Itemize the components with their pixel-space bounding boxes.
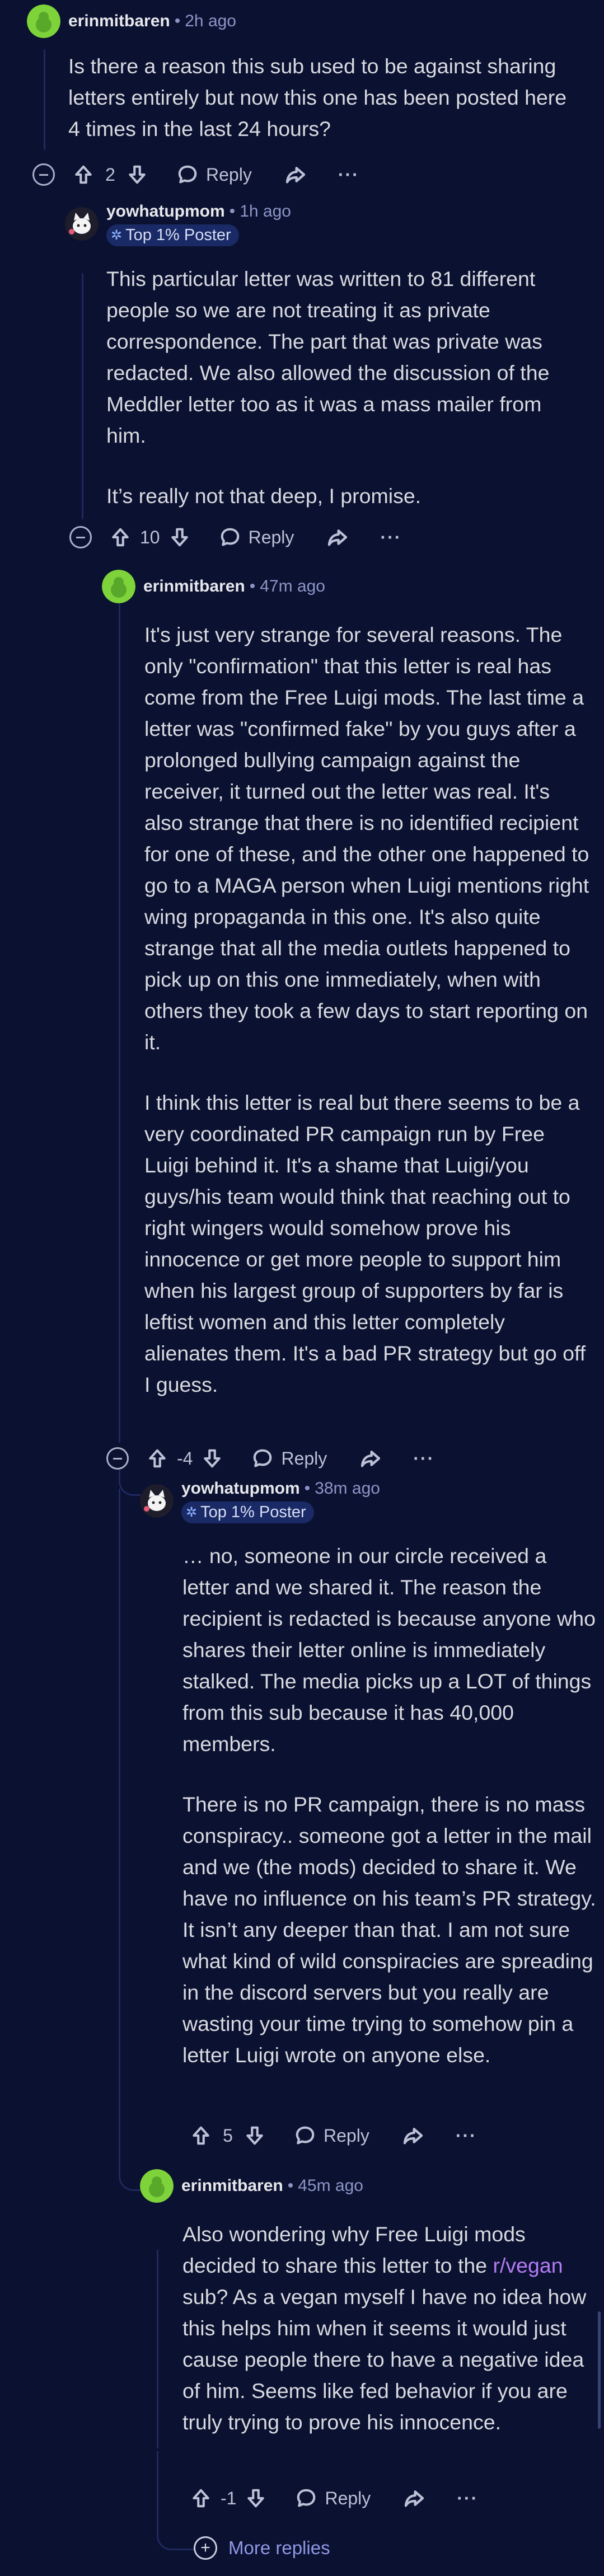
upvote-icon[interactable] xyxy=(190,2488,212,2509)
more-options-icon[interactable]: ··· xyxy=(380,527,401,548)
user-flair: ✲ Top 1% Poster xyxy=(181,1501,314,1523)
downvote-icon[interactable] xyxy=(169,527,190,548)
reply-bubble-icon xyxy=(254,1449,272,1467)
reply-button[interactable]: Reply xyxy=(219,527,294,548)
comment-username[interactable]: yowhatupmom xyxy=(106,202,225,221)
more-options-icon[interactable]: ··· xyxy=(457,2488,478,2509)
downvote-icon[interactable] xyxy=(244,2125,265,2146)
cat-avatar-icon[interactable] xyxy=(140,1484,174,1518)
comment-username[interactable]: yowhatupmom xyxy=(181,1479,300,1498)
reply-button[interactable]: Reply xyxy=(294,2125,369,2146)
share-arrow-icon[interactable] xyxy=(403,2487,425,2509)
vote-score: -1 xyxy=(221,2488,237,2508)
reply-button[interactable]: Reply xyxy=(177,164,252,185)
sparkle-icon: ✲ xyxy=(186,1504,198,1520)
downvote-icon[interactable] xyxy=(202,1448,223,1469)
collapse-icon[interactable] xyxy=(106,1447,129,1470)
scrollbar[interactable] xyxy=(598,2311,601,2429)
collapse-icon[interactable] xyxy=(69,526,92,548)
vote-score: 5 xyxy=(223,2125,233,2146)
upvote-icon[interactable] xyxy=(190,2125,212,2146)
share-arrow-icon[interactable] xyxy=(326,526,349,548)
vote-score: 10 xyxy=(140,527,160,547)
thread-curve-4 xyxy=(119,2160,141,2191)
sparkle-icon: ✲ xyxy=(111,227,123,243)
comment-username[interactable]: erinmitbaren xyxy=(181,2176,283,2195)
thread-line-level3b xyxy=(119,1489,120,2160)
more-options-icon[interactable]: ··· xyxy=(338,165,359,185)
snoo-avatar-icon[interactable] xyxy=(27,4,60,38)
comment-body: Is there a reason this sub used to be ag… xyxy=(68,54,567,140)
comment-username[interactable]: erinmitbaren xyxy=(68,12,170,31)
comment-timestamp: 2h ago xyxy=(185,12,236,30)
comment-5: erinmitbaren • 45m ago Also wondering why … xyxy=(140,2169,599,2438)
comment-username[interactable]: erinmitbaren xyxy=(143,577,245,596)
vote-score: -4 xyxy=(177,1448,193,1468)
reply-bubble-icon xyxy=(178,165,197,184)
upvote-icon[interactable] xyxy=(73,164,94,185)
comment-3: erinmitbaren • 47m ago It's just very stra… xyxy=(102,570,594,1400)
more-options-icon[interactable]: ··· xyxy=(413,1448,434,1469)
comment-body: Also wondering why Free Luigi mods decid… xyxy=(182,2222,587,2434)
snoo-avatar-icon[interactable] xyxy=(102,570,135,603)
share-arrow-icon[interactable] xyxy=(402,2124,424,2147)
comment-actions-3: -4 Reply ··· xyxy=(106,1442,434,1475)
reply-button[interactable]: Reply xyxy=(296,2488,371,2509)
cat-avatar-icon[interactable] xyxy=(65,207,99,241)
comment-body: … no, someone in our circle received a l… xyxy=(182,1544,596,2067)
upvote-icon[interactable] xyxy=(147,1448,168,1469)
reply-bubble-icon xyxy=(297,2489,316,2507)
comment-timestamp: 45m ago xyxy=(298,2176,363,2195)
comment-1: erinmitbaren • 2h ago Is there a reason th… xyxy=(27,4,587,144)
more-options-icon[interactable]: ··· xyxy=(456,2125,477,2146)
subreddit-link[interactable]: r/vegan xyxy=(493,2254,563,2277)
share-arrow-icon[interactable] xyxy=(284,163,307,186)
reply-bubble-icon xyxy=(221,528,239,546)
reply-bubble-icon xyxy=(296,2126,315,2145)
comment-actions-4: 5 Reply ··· xyxy=(190,2119,477,2152)
share-arrow-icon[interactable] xyxy=(359,1447,382,1470)
vote-score: 2 xyxy=(105,164,115,185)
user-flair: ✲ Top 1% Poster xyxy=(106,224,239,246)
comment-actions-5: -1 Reply ··· xyxy=(190,2481,478,2515)
comment-4: yowhatupmom • 38m ago ✲ Top 1% Poster … no,… xyxy=(140,1479,599,2071)
comment-body: It's just very strange for several reaso… xyxy=(144,623,589,1396)
comment-actions-2: 10 Reply ··· xyxy=(69,520,401,554)
snoo-avatar-icon[interactable] xyxy=(140,2169,174,2203)
comment-2: yowhatupmom • 1h ago ✲ Top 1% Poster This p… xyxy=(65,202,591,512)
comment-timestamp: 1h ago xyxy=(240,201,291,220)
downvote-icon[interactable] xyxy=(127,164,148,185)
more-replies-button[interactable]: + More replies xyxy=(194,2536,330,2560)
comment-body: This particular letter was written to 81… xyxy=(106,267,550,508)
comment-timestamp: 38m ago xyxy=(315,1479,380,1498)
comment-timestamp: 47m ago xyxy=(260,577,325,595)
expand-plus-icon: + xyxy=(194,2536,217,2560)
comment-actions-1: 2 Reply ··· xyxy=(32,158,359,191)
reply-button[interactable]: Reply xyxy=(252,1448,327,1469)
collapse-icon[interactable] xyxy=(32,163,55,186)
upvote-icon[interactable] xyxy=(110,527,131,548)
downvote-icon[interactable] xyxy=(245,2488,266,2509)
